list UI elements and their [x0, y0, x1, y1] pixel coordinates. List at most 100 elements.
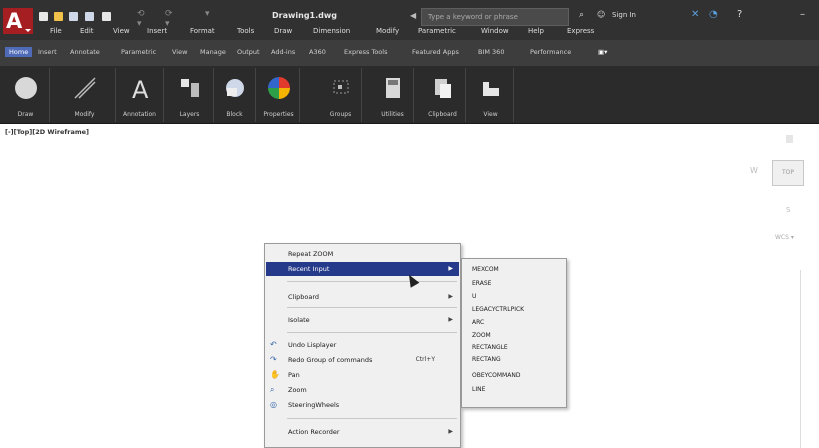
- menu-item-action-recorder[interactable]: Action Recorder ▶: [266, 425, 459, 439]
- menu-tools[interactable]: Tools: [237, 27, 254, 35]
- menu-item-pan[interactable]: ✋ Pan: [266, 368, 459, 382]
- wcs-menu[interactable]: WCS ▾: [775, 234, 794, 241]
- viewcube-west-label[interactable]: W: [750, 166, 758, 175]
- draw-icon: [14, 77, 37, 99]
- separator: [287, 281, 457, 282]
- tab-output[interactable]: Output: [237, 48, 260, 56]
- recent-input-item[interactable]: RECTANGLE: [472, 343, 508, 353]
- panel-block[interactable]: Block: [214, 68, 256, 122]
- tab-add-ins[interactable]: Add-ins: [271, 48, 295, 56]
- open-icon[interactable]: [54, 12, 63, 21]
- recent-input-item[interactable]: U: [472, 292, 476, 302]
- recent-input-item[interactable]: ARC: [472, 318, 484, 328]
- search-input[interactable]: Type a keyword or phrase: [421, 8, 569, 26]
- svg-text:A: A: [132, 76, 149, 100]
- menu-file[interactable]: File: [50, 27, 62, 35]
- menu-item-redo[interactable]: ↷ Redo Group of commands Ctrl+Y: [266, 353, 459, 367]
- menu-format[interactable]: Format: [190, 27, 215, 35]
- menu-view[interactable]: View: [113, 27, 130, 35]
- save-icon[interactable]: [69, 12, 78, 21]
- viewcube-north-icon[interactable]: [786, 135, 793, 143]
- tab-bim-360[interactable]: BIM 360: [478, 48, 504, 56]
- panel-draw[interactable]: Draw: [2, 68, 50, 122]
- menu-insert[interactable]: Insert: [147, 27, 167, 35]
- menu-draw[interactable]: Draw: [274, 27, 292, 35]
- recent-input-item[interactable]: RECTANG: [472, 355, 501, 365]
- tab-home[interactable]: Home: [5, 47, 33, 57]
- tab-insert[interactable]: Insert: [38, 48, 57, 56]
- customize-qat-icon[interactable]: ▾: [205, 9, 214, 19]
- menu-modify[interactable]: Modify: [376, 27, 399, 35]
- minimize-icon[interactable]: –: [800, 9, 805, 20]
- panel-draw-label: Draw: [17, 111, 34, 118]
- recent-input-item[interactable]: LINE: [472, 385, 485, 395]
- binoculars-icon[interactable]: ⌕: [579, 10, 584, 20]
- menu-item-clipboard[interactable]: Clipboard ▶: [266, 290, 459, 304]
- steeringwheels-icon: ◎: [270, 400, 277, 409]
- block-icon: [225, 79, 244, 97]
- tab-a360[interactable]: A360: [309, 48, 326, 56]
- context-menu: Repeat ZOOM Recent Input ▶ Clipboard ▶ Iso…: [264, 243, 461, 448]
- panel-groups[interactable]: Groups: [320, 68, 362, 122]
- a360-icon[interactable]: ◔: [709, 9, 718, 20]
- viewcube[interactable]: TOP: [772, 160, 804, 186]
- menu-item-steeringwheels[interactable]: ◎ SteeringWheels: [266, 398, 459, 412]
- help-icon[interactable]: ?: [737, 9, 742, 20]
- menu-edit[interactable]: Edit: [80, 27, 94, 35]
- title-bar: A ⟲ ▾ ⟳ ▾ ▾ Drawing1.dwg ◀ Type a keywor…: [0, 0, 819, 40]
- search-arrow-icon[interactable]: ◀: [410, 11, 416, 20]
- panel-properties[interactable]: Properties: [258, 68, 300, 122]
- tab-annotate[interactable]: Annotate: [70, 48, 100, 56]
- plot-icon[interactable]: [102, 12, 111, 21]
- menu-dimension[interactable]: Dimension: [313, 27, 350, 35]
- menu-item-label: Repeat ZOOM: [288, 250, 334, 258]
- user-icon[interactable]: ☺: [597, 10, 605, 19]
- panel-layers-label: Layers: [179, 111, 200, 118]
- tab-view[interactable]: View: [172, 48, 187, 56]
- recent-input-item[interactable]: MEXCOM: [472, 265, 499, 275]
- panel-annotation[interactable]: A Annotation: [116, 68, 164, 122]
- properties-icon: [267, 77, 290, 99]
- undo-icon[interactable]: ⟲ ▾: [137, 9, 146, 29]
- panel-modify-label: Modify: [74, 111, 95, 118]
- tab-manage[interactable]: Manage: [200, 48, 226, 56]
- tab-express-tools[interactable]: Express Tools: [344, 48, 387, 56]
- utilities-icon: [385, 78, 400, 98]
- panel-utilities[interactable]: Utilities: [372, 68, 414, 122]
- panel-modify[interactable]: Modify: [54, 68, 116, 122]
- panel-block-label: Block: [226, 111, 243, 118]
- save-as-icon[interactable]: [85, 12, 94, 21]
- menu-item-repeat-zoom[interactable]: Repeat ZOOM: [266, 247, 459, 261]
- panel-clipboard[interactable]: Clipboard: [420, 68, 466, 122]
- redo-icon[interactable]: ⟳ ▾: [165, 9, 174, 29]
- menu-item-undo[interactable]: ↶ Undo Lisplayer: [266, 338, 459, 352]
- shortcut-label: Ctrl+Y: [415, 356, 435, 363]
- tab-featured-apps[interactable]: Featured Apps: [412, 48, 459, 56]
- menu-window[interactable]: Window: [481, 27, 509, 35]
- panel-clipboard-label: Clipboard: [428, 111, 457, 118]
- new-icon[interactable]: [39, 12, 48, 21]
- menu-item-isolate[interactable]: Isolate ▶: [266, 313, 459, 327]
- recent-input-item[interactable]: OBEYCOMMAND: [472, 371, 520, 381]
- tab-performance[interactable]: Performance: [530, 48, 571, 56]
- viewport-controls-label[interactable]: [-][Top][2D Wireframe]: [5, 128, 89, 136]
- menu-parametric[interactable]: Parametric: [418, 27, 456, 35]
- viewcube-south-label[interactable]: S: [786, 206, 790, 214]
- menu-item-recent-input[interactable]: Recent Input ▶: [266, 262, 459, 276]
- ribbon: Draw Modify A Annotation Layers Block Pr…: [0, 66, 819, 124]
- navigation-bar: [800, 270, 819, 448]
- recent-input-item[interactable]: ERASE: [472, 279, 491, 289]
- menu-item-zoom[interactable]: ⌕ Zoom: [266, 383, 459, 397]
- panel-layers[interactable]: Layers: [166, 68, 214, 122]
- recent-input-item[interactable]: ZOOM: [472, 331, 491, 341]
- menu-help[interactable]: Help: [528, 27, 544, 35]
- ribbon-minimize-icon[interactable]: ▣▾: [598, 48, 607, 56]
- sign-in-link[interactable]: Sign In: [612, 11, 636, 19]
- panel-view[interactable]: View: [468, 68, 514, 122]
- modify-icon: [73, 77, 96, 99]
- recent-input-item[interactable]: LEGACYCTRLPICK: [472, 305, 524, 315]
- menu-express[interactable]: Express: [567, 27, 594, 35]
- panel-annotation-label: Annotation: [123, 111, 156, 118]
- tab-parametric[interactable]: Parametric: [121, 48, 156, 56]
- exchange-apps-icon[interactable]: ✕: [691, 9, 699, 20]
